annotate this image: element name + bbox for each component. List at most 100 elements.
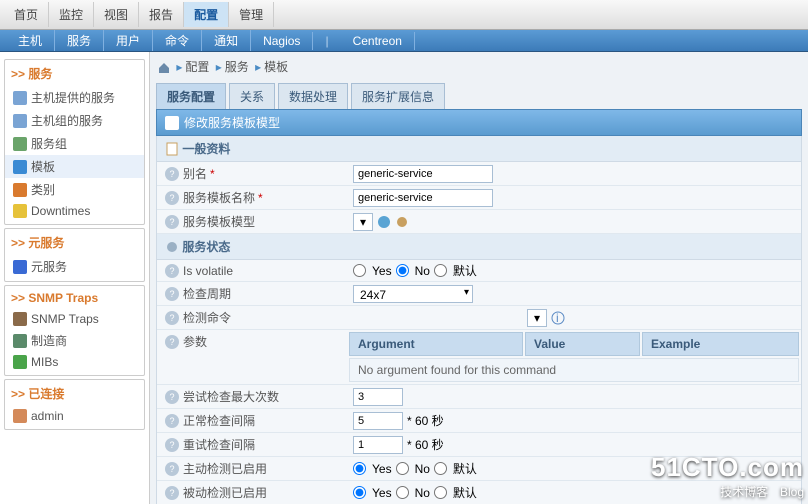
args-th-ex: Example xyxy=(642,332,799,356)
sub-navbar: 主机 服务 用户 命令 通知 Nagios | Centreon xyxy=(0,30,808,52)
crumb-1[interactable]: 配置 xyxy=(185,60,209,74)
sidebar-item-category[interactable]: 类别 xyxy=(5,178,144,201)
label-volatile: Is volatile xyxy=(183,264,233,278)
suffix-sec: * 60 秒 xyxy=(407,436,444,453)
input-normal-int[interactable] xyxy=(353,412,403,430)
help-icon[interactable]: ? xyxy=(165,311,179,325)
sidebar-group-meta: >> 元服务 xyxy=(5,232,144,255)
sidebar-group-service: >> 服务 xyxy=(5,63,144,86)
select-check-cmd[interactable]: ▾ xyxy=(527,309,547,327)
svg-text:i: i xyxy=(556,311,559,325)
tab-service-config[interactable]: 服务配置 xyxy=(156,83,226,109)
radio-active-yes[interactable] xyxy=(353,462,366,475)
sub-tab-centreon[interactable]: Centreon xyxy=(341,32,415,50)
args-th-val: Value xyxy=(525,332,640,356)
help-icon[interactable]: ? xyxy=(165,167,179,181)
radio-active-default[interactable] xyxy=(434,462,447,475)
label-check-cmd: 检测命令 xyxy=(183,309,231,326)
help-icon[interactable]: ? xyxy=(165,287,179,301)
radio-volatile-yes[interactable] xyxy=(353,264,366,277)
form-tabs: 服务配置 关系 数据处理 服务扩展信息 xyxy=(150,81,808,109)
breadcrumb: ▸配置 ▸服务 ▸模板 xyxy=(150,52,808,81)
label-args: 参数 xyxy=(183,333,207,350)
help-icon[interactable]: ? xyxy=(165,414,179,428)
help-icon[interactable]: ? xyxy=(165,438,179,452)
crumb-2[interactable]: 服务 xyxy=(225,60,249,74)
gear-icon xyxy=(165,240,179,254)
home-icon xyxy=(158,62,170,74)
sub-tab-service[interactable]: 服务 xyxy=(55,30,104,51)
help-icon[interactable]: ? xyxy=(165,215,179,229)
input-tpl-name[interactable] xyxy=(353,189,493,207)
sidebar-item-hostgroup-services[interactable]: 主机组的服务 xyxy=(5,109,144,132)
sub-tab-nagios[interactable]: Nagios xyxy=(251,32,313,50)
form-title: 修改服务模板模型 xyxy=(156,109,802,136)
help-icon[interactable]: ? xyxy=(165,191,179,205)
help-icon[interactable]: ? xyxy=(165,390,179,404)
select-check-period[interactable]: 24x7 xyxy=(353,285,473,303)
gear-icon[interactable] xyxy=(395,215,409,229)
trap-icon xyxy=(13,312,27,326)
tab-relations[interactable]: 关系 xyxy=(229,83,275,109)
help-icon[interactable]: ? xyxy=(165,486,179,500)
sidebar-item-meta[interactable]: 元服务 xyxy=(5,255,144,278)
help-icon[interactable]: ? xyxy=(165,335,179,349)
crumb-3: 模板 xyxy=(264,60,288,74)
input-retry-int[interactable] xyxy=(353,436,403,454)
radio-passive-no[interactable] xyxy=(396,486,409,499)
select-tpl-model[interactable]: ▾ xyxy=(353,213,373,231)
label-tpl-name: 服务模板名称 xyxy=(183,189,255,206)
earth-icon[interactable] xyxy=(377,215,391,229)
args-table: ArgumentValueExample No argument found f… xyxy=(347,330,801,384)
label-normal-int: 正常检查间隔 xyxy=(183,412,255,429)
info-icon[interactable]: i xyxy=(551,311,565,325)
sidebar: >> 服务 主机提供的服务 主机组的服务 服务组 模板 类别 Downtimes… xyxy=(0,52,150,504)
form-icon xyxy=(165,116,179,130)
sidebar-group-connected: >> 已连接 xyxy=(5,383,144,406)
input-alias[interactable] xyxy=(353,165,493,183)
top-tab-admin[interactable]: 管理 xyxy=(229,2,274,27)
input-max-attempts[interactable] xyxy=(353,388,403,406)
sidebar-item-vendor[interactable]: 制造商 xyxy=(5,329,144,352)
section-state: 服务状态 xyxy=(157,234,801,260)
top-tab-home[interactable]: 首页 xyxy=(4,2,49,27)
radio-volatile-default[interactable] xyxy=(434,264,447,277)
suffix-sec: * 60 秒 xyxy=(407,412,444,429)
sidebar-item-host-services[interactable]: 主机提供的服务 xyxy=(5,86,144,109)
sidebar-group-snmp: >> SNMP Traps xyxy=(5,289,144,309)
label-passive: 被动检测已启用 xyxy=(183,484,267,501)
category-icon xyxy=(13,183,27,197)
warning-icon xyxy=(13,204,27,218)
page-icon xyxy=(165,142,179,156)
label-retry-int: 重试检查间隔 xyxy=(183,436,255,453)
sub-tab-host[interactable]: 主机 xyxy=(6,30,55,51)
sidebar-item-admin[interactable]: admin xyxy=(5,406,144,426)
tab-service-ext[interactable]: 服务扩展信息 xyxy=(351,83,445,109)
vendor-icon xyxy=(13,334,27,348)
sidebar-item-downtimes[interactable]: Downtimes xyxy=(5,201,144,221)
label-check-period: 检查周期 xyxy=(183,285,231,302)
top-tab-config[interactable]: 配置 xyxy=(184,2,229,27)
top-tab-report[interactable]: 报告 xyxy=(139,2,184,27)
sidebar-item-servicegroup[interactable]: 服务组 xyxy=(5,132,144,155)
top-tab-view[interactable]: 视图 xyxy=(94,2,139,27)
tab-data-process[interactable]: 数据处理 xyxy=(278,83,348,109)
help-icon[interactable]: ? xyxy=(165,264,179,278)
label-tpl-model: 服务模板模型 xyxy=(183,213,255,230)
radio-passive-yes[interactable] xyxy=(353,486,366,499)
top-tab-monitor[interactable]: 监控 xyxy=(49,2,94,27)
user-icon xyxy=(13,409,27,423)
radio-active-no[interactable] xyxy=(396,462,409,475)
radio-passive-default[interactable] xyxy=(434,486,447,499)
sub-tab-command[interactable]: 命令 xyxy=(153,30,202,51)
sidebar-item-snmp[interactable]: SNMP Traps xyxy=(5,309,144,329)
sub-tab-notify[interactable]: 通知 xyxy=(202,30,251,51)
sidebar-item-mibs[interactable]: MIBs xyxy=(5,352,144,372)
sub-tab-user[interactable]: 用户 xyxy=(104,30,153,51)
group-icon xyxy=(13,137,27,151)
label-max-attempts: 尝试检查最大次数 xyxy=(183,388,279,405)
radio-volatile-no[interactable] xyxy=(396,264,409,277)
sidebar-item-template[interactable]: 模板 xyxy=(5,155,144,178)
top-navbar: 首页 监控 视图 报告 配置 管理 xyxy=(0,0,808,30)
help-icon[interactable]: ? xyxy=(165,462,179,476)
